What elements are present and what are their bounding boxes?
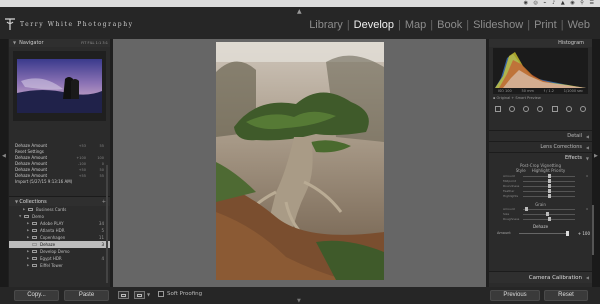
collection-icon — [32, 263, 37, 268]
module-map[interactable]: Map — [401, 19, 430, 31]
identity-plate: Terry White Photography — [20, 21, 134, 28]
paste-button[interactable]: Paste — [64, 290, 109, 301]
triangle-left-icon: ◀ — [585, 275, 589, 280]
system-menubar: ◉ ◎ ⌁ ♪ ▲ ◉ ⚲ ☰ — [0, 0, 600, 7]
module-web[interactable]: Web — [564, 19, 594, 31]
module-picker: Library | Develop | Map | Book | Slideshow | … — [305, 19, 594, 31]
menubar-status-icons[interactable]: ◉ ◎ ⌁ ♪ ▲ ◉ ⚲ ☰ — [524, 0, 596, 7]
collection-icon — [32, 228, 37, 233]
crop-tool-icon[interactable] — [509, 106, 516, 112]
right-scrollbar[interactable] — [592, 205, 594, 255]
brand-logo-icon — [5, 18, 15, 30]
right-panel: Histogram ISO 100 50 mm f / 1.2 1/1000 s… — [489, 39, 592, 287]
soft-proofing-checkbox[interactable] — [158, 291, 164, 297]
before-after-button[interactable] — [134, 291, 145, 299]
list-item[interactable]: ▶ Adobe PLAY 34 — [9, 220, 110, 227]
previous-button[interactable]: Previous — [490, 290, 540, 301]
list-item[interactable]: ▶ Business Cards — [9, 206, 110, 213]
collapse-left-icon[interactable]: ◀ — [2, 153, 6, 159]
collapse-bottom-icon[interactable]: ▼ — [297, 298, 301, 304]
module-book[interactable]: Book — [433, 19, 466, 31]
collections-panel: ▼ Collections + ▶ Business Cards ▼ Demo ▶ A… — [9, 196, 110, 269]
collapse-right-icon[interactable]: ▶ — [594, 153, 598, 159]
red-eye-icon[interactable] — [537, 106, 544, 112]
graduated-filter-icon[interactable] — [551, 106, 558, 112]
histogram-header[interactable]: Histogram — [489, 39, 592, 47]
loupe-icon — [121, 293, 126, 297]
toolbar: Copy... Paste ▼ Soft Proofing ▼ Previous… — [0, 287, 600, 304]
copy-button[interactable]: Copy... — [14, 290, 59, 301]
tool-strip — [495, 104, 586, 114]
module-print[interactable]: Print — [530, 19, 561, 31]
collections-header[interactable]: ▼ Collections + — [9, 196, 110, 206]
collection-icon — [32, 235, 37, 240]
list-item[interactable]: ▶ Atlanta HDR 5 — [9, 227, 110, 234]
left-panel: ▼ Navigator FIT FILL 1:1 3:1 Dehaze Amou… — [9, 39, 110, 287]
histogram-graph[interactable] — [493, 48, 588, 88]
list-item[interactable]: ▶ Egypt HDR 4 — [9, 255, 110, 262]
slider-vignette-highlights[interactable]: Highlights — [489, 194, 592, 199]
camera-calibration-section[interactable]: Camera Calibration ◀ — [489, 271, 592, 283]
collection-icon — [32, 221, 37, 226]
before-after-icon — [137, 293, 142, 297]
reset-button[interactable]: Reset — [544, 290, 588, 301]
module-develop[interactable]: Develop — [350, 19, 398, 31]
effects-section[interactable]: Effects ▼ — [489, 152, 592, 163]
spot-removal-icon[interactable] — [523, 106, 530, 112]
list-item[interactable]: ▶ Eiffel Tower — [9, 262, 110, 269]
soft-proofing-toggle[interactable]: Soft Proofing — [158, 291, 202, 297]
collection-set-icon — [28, 207, 33, 212]
dehaze-slider-knob[interactable] — [566, 231, 569, 236]
navigator-preview[interactable] — [13, 51, 106, 121]
list-item[interactable]: ▶ Develop Demo — [9, 248, 110, 255]
histogram-info: ISO 100 50 mm f / 1.2 1/1000 sec — [493, 88, 588, 94]
dehaze-amount-value[interactable]: + 100 — [578, 230, 590, 237]
triangle-down-icon: ▼ — [585, 156, 589, 161]
cypress-tree-image — [216, 42, 384, 280]
detail-section[interactable]: Detail ◀ — [489, 130, 592, 141]
list-item-selected[interactable]: Dehaze 3 — [9, 241, 110, 248]
image-canvas[interactable] — [113, 39, 486, 287]
adjustment-brush-icon[interactable] — [579, 106, 586, 112]
module-bar: Terry White Photography ▲ Library | Devel… — [0, 7, 600, 39]
module-slideshow[interactable]: Slideshow — [469, 19, 527, 31]
triangle-down-icon: ▼ — [13, 40, 17, 45]
radial-filter-icon[interactable] — [565, 106, 572, 112]
zoom-options[interactable]: FIT FILL 1:1 3:1 — [81, 39, 110, 47]
collection-set-icon — [24, 214, 29, 219]
collection-icon — [32, 249, 37, 254]
list-item[interactable]: ▶ Copenhagen 11 — [9, 234, 110, 241]
left-scrollbar[interactable] — [106, 165, 108, 283]
slider-dehaze-amount[interactable]: Amount + 100 — [489, 230, 592, 237]
loupe-view-button[interactable] — [118, 291, 129, 299]
collection-icon — [32, 242, 37, 247]
collapse-top-panel-icon[interactable]: ▲ — [297, 8, 302, 15]
navigator-image — [17, 59, 102, 113]
lightroom-window: ◉ ◎ ⌁ ♪ ▲ ◉ ⚲ ☰ Terry White Photography … — [0, 0, 600, 304]
collection-icon — [32, 256, 37, 261]
navigator-header[interactable]: ▼ Navigator FIT FILL 1:1 3:1 — [9, 39, 110, 47]
list-item[interactable]: ▼ Demo — [9, 213, 110, 220]
lens-corrections-section[interactable]: Lens Corrections ◀ — [489, 141, 592, 152]
left-panel-strip[interactable]: ◀ — [0, 39, 8, 304]
main-photo[interactable] — [216, 42, 384, 280]
slider-grain-roughness[interactable]: Roughness — [489, 217, 592, 222]
chevron-down-icon[interactable]: ▼ — [147, 292, 150, 297]
module-library[interactable]: Library — [305, 19, 347, 31]
histogram-curve — [495, 52, 586, 88]
navigator-title: Navigator — [19, 40, 44, 46]
history-item[interactable]: Import (5/27/15 9:13:16 AM) — [9, 179, 110, 185]
collections-title: Collections — [19, 199, 47, 205]
right-panel-strip[interactable]: ▶ — [592, 39, 600, 304]
grid-tool-icon[interactable] — [495, 106, 501, 112]
history-list: Dehaze Amount +53 55 Reset Settings Dehaze… — [9, 143, 110, 185]
preview-status: ▪ Original + Smart Preview — [493, 96, 541, 100]
